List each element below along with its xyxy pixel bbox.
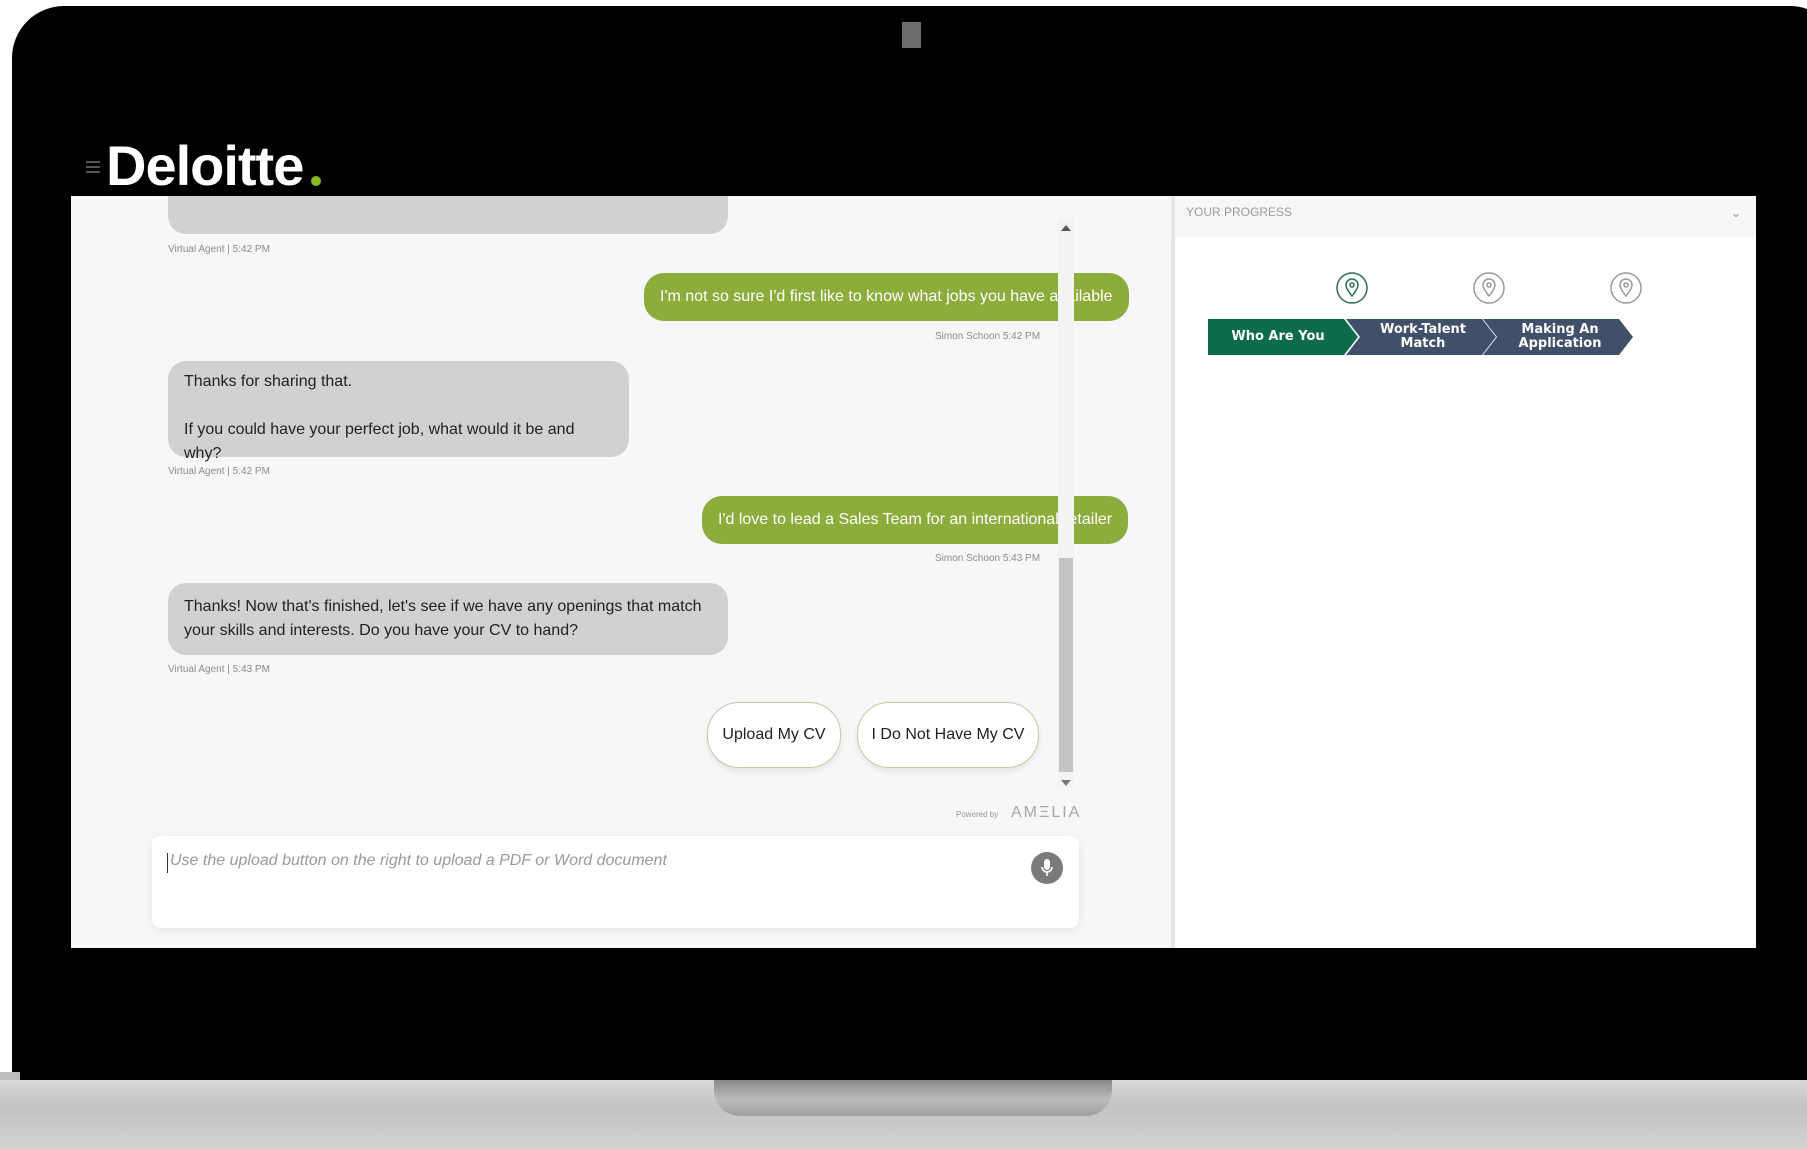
message-input[interactable]: Use the upload button on the right to up… [152,836,1079,928]
step-label: Application [1518,336,1602,351]
message-meta: Virtual Agent | 5:43 PM [168,664,270,675]
upload-cv-button[interactable]: Upload My CV [707,702,841,768]
message-meta: Virtual Agent | 5:42 PM [168,244,270,255]
location-pin-icon [1473,272,1505,304]
text-caret [167,853,168,873]
progress-pane: YOUR PROGRESS ⌄ Who Are You Work-Talent … [1175,196,1756,948]
scroll-up-icon[interactable] [1061,225,1071,231]
message-line: Thanks! Now that's finished, let's see i… [184,598,702,615]
step-label: Making An [1521,322,1599,337]
message-meta: Simon Schoon 5:43 PM [935,553,1041,564]
message-meta: Simon Schoon 5:42 PM [935,331,1041,342]
powered-by-label: Powered by [956,810,999,819]
no-cv-button[interactable]: I Do Not Have My CV [857,702,1039,768]
progress-header[interactable]: YOUR PROGRESS ⌄ [1175,196,1756,238]
location-pin-icon [1610,272,1642,304]
logo-dot [311,176,321,186]
step-label: Match [1400,336,1446,351]
amelia-logo: AMΞLIA [1011,804,1082,821]
input-placeholder: Use the upload button on the right to up… [170,852,667,869]
step-label: Work-Talent [1379,322,1467,337]
location-pin-icon [1336,272,1368,304]
microphone-icon[interactable] [1031,852,1063,884]
step-work-talent-match[interactable]: Work-Talent Match [1356,319,1490,355]
agent-message-bubble [168,196,728,234]
agent-message-bubble: Thanks for sharing that. If you could ha… [168,361,629,462]
scroll-down-icon[interactable] [1061,780,1071,786]
deloitte-logo: Deloitte [106,134,304,197]
agent-message-bubble: Thanks! Now that's finished, let's see i… [168,583,728,655]
step-who-are-you[interactable]: Who Are You [1208,319,1348,355]
message-line: Thanks for sharing that. [184,373,353,390]
scrollbar-thumb[interactable] [1059,558,1073,772]
message-line: If you could have your perfect job, what… [184,421,575,462]
message-meta: Virtual Agent | 5:42 PM [168,466,270,477]
step-making-an-application[interactable]: Making An Application [1493,319,1627,355]
message-line: your skills and interests. Do you have y… [184,622,578,639]
progress-title: YOUR PROGRESS [1186,205,1293,219]
menu-icon[interactable] [86,161,100,173]
app-screen: Virtual Agent | 5:42 PM I'm not so sure … [71,196,1756,948]
camera-icon [902,22,921,48]
laptop-notch [714,1080,1112,1116]
chevron-down-icon[interactable]: ⌄ [1731,206,1741,220]
chat-pane: Virtual Agent | 5:42 PM I'm not so sure … [71,196,1171,948]
step-label: Who Are You [1231,329,1325,344]
user-message-bubble: I'm not so sure I'd first like to know w… [644,273,1129,321]
